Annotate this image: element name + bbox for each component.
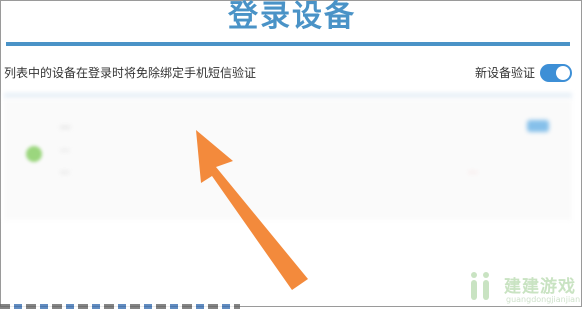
watermark-subtext: guangdongjianjian [506,295,581,304]
bottom-cut-text [0,304,240,309]
pointer-arrow-icon [196,130,308,290]
watermark-logo-icon [471,272,489,300]
watermark-text: 建建游戏 [504,277,576,297]
watermark: 建建游戏 guangdongjianjian [468,270,584,309]
